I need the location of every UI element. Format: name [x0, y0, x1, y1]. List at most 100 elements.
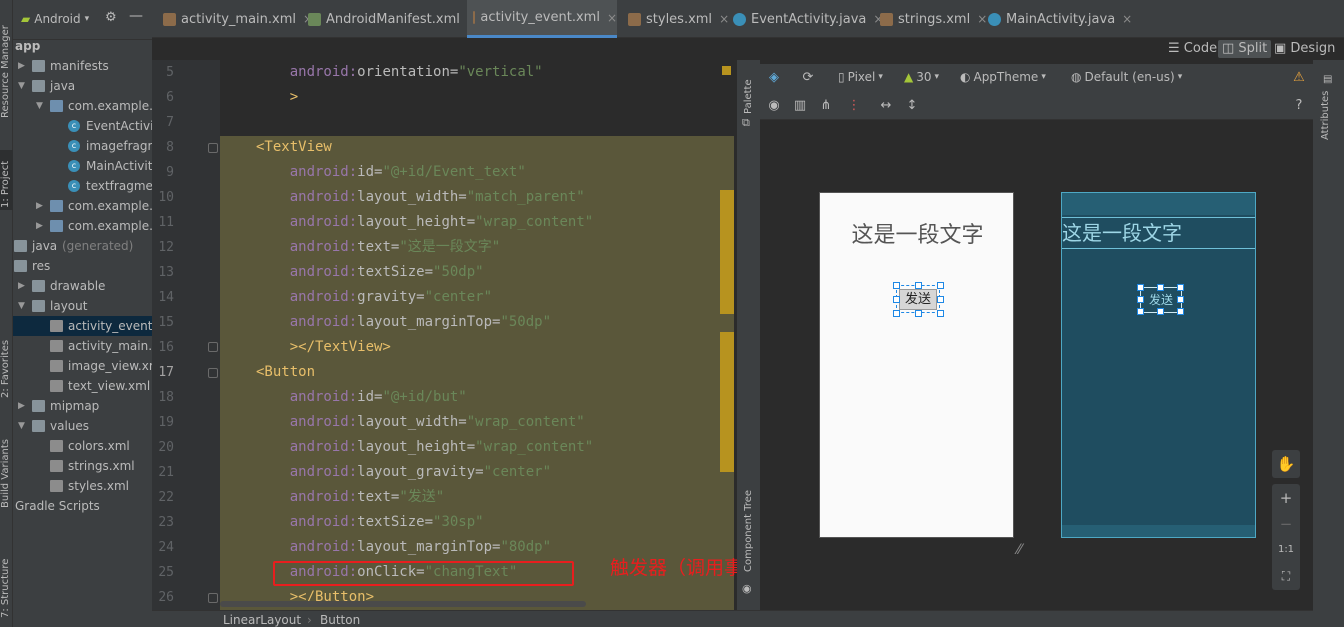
- canvas-resize-icon[interactable]: ⁄⁄: [1017, 542, 1022, 558]
- expand-arrow-icon[interactable]: ▶: [36, 216, 43, 236]
- close-icon[interactable]: ×: [607, 11, 617, 25]
- expand-arrow-icon[interactable]: ▼: [36, 96, 43, 116]
- resize-handle[interactable]: [893, 310, 900, 317]
- code-line[interactable]: 5 android:orientation="vertical": [152, 60, 734, 85]
- project-tab[interactable]: 1: Project: [0, 150, 13, 210]
- resource-manager-tab[interactable]: Resource Manager: [0, 0, 13, 130]
- expand-arrow-icon[interactable]: ▶: [36, 196, 43, 216]
- project-view-selector[interactable]: ▰ Android ▾: [21, 12, 89, 26]
- resize-handle[interactable]: [937, 310, 944, 317]
- blueprint-textview[interactable]: 这是一段文字: [1062, 217, 1255, 249]
- expand-arrow-icon[interactable]: ▶: [18, 56, 25, 76]
- expand-arrow-icon[interactable]: ▼: [18, 76, 25, 96]
- gear-icon[interactable]: ⚙: [105, 10, 117, 25]
- code-line[interactable]: 9 android:id="@+id/Event_text": [152, 160, 734, 185]
- code-line[interactable]: 12 android:text="这是一段文字": [152, 235, 734, 260]
- tree-item[interactable]: activity_event.x: [13, 316, 152, 336]
- tree-item[interactable]: ▶ manifests: [13, 56, 152, 76]
- resize-handle[interactable]: [1177, 296, 1184, 303]
- resize-handle[interactable]: [1177, 308, 1184, 315]
- design-preview[interactable]: 这是一段文字 发送: [819, 192, 1014, 538]
- tree-item[interactable]: c textfragment: [13, 176, 152, 196]
- theme-selector[interactable]: ◐ AppTheme ▾: [960, 70, 1046, 84]
- code-line[interactable]: 20 android:layout_height="wrap_content": [152, 435, 734, 460]
- tree-item[interactable]: ▼ java: [13, 76, 152, 96]
- tree-item[interactable]: strings.xml: [13, 456, 152, 476]
- editor-tab[interactable]: strings.xml ×: [874, 0, 987, 38]
- tree-item[interactable]: c EventActivity: [13, 116, 152, 136]
- layers-icon[interactable]: ◈: [766, 70, 782, 86]
- design-surface[interactable]: ◈ ⟳ ▯ Pixel ▾ ▲ 30 ▾ ◐ AppTheme ▾ ◍ Default (en…: [760, 60, 1313, 610]
- tree-item[interactable]: ▶ drawable: [13, 276, 152, 296]
- horizontal-scrollbar[interactable]: [220, 601, 586, 607]
- split-mode-button[interactable]: ◫ Split: [1218, 40, 1272, 58]
- zoom-in-button[interactable]: +: [1272, 485, 1300, 511]
- resize-handle[interactable]: [1177, 284, 1184, 291]
- tree-item[interactable]: ▶ com.example.frag: [13, 196, 152, 216]
- code-line[interactable]: 13 android:textSize="50dp": [152, 260, 734, 285]
- tree-item[interactable]: res: [13, 256, 152, 276]
- editor-tab[interactable]: AndroidManifest.xml×: [302, 0, 477, 38]
- eye-icon[interactable]: ◉: [766, 98, 782, 114]
- resize-handle[interactable]: [937, 296, 944, 303]
- close-icon[interactable]: ×: [1122, 12, 1132, 26]
- expand-vertical-icon[interactable]: ↕: [904, 98, 920, 114]
- help-icon[interactable]: ?: [1291, 98, 1307, 114]
- structure-tab[interactable]: 7: Structure: [0, 540, 13, 620]
- breadcrumb-item[interactable]: LinearLayout: [223, 613, 301, 627]
- tree-item[interactable]: c imagefragmet: [13, 136, 152, 156]
- tree-item[interactable]: text_view.xml: [13, 376, 152, 396]
- tree-item[interactable]: ▼ com.example.frag: [13, 96, 152, 116]
- expand-arrow-icon[interactable]: ▶: [18, 396, 25, 416]
- code-mode-button[interactable]: ☰ Code: [1164, 40, 1221, 58]
- resize-handle[interactable]: [893, 296, 900, 303]
- code-line[interactable]: 19 android:layout_width="wrap_content": [152, 410, 734, 435]
- code-line[interactable]: 16 ></TextView>: [152, 335, 734, 360]
- code-line[interactable]: 14 android:gravity="center": [152, 285, 734, 310]
- expand-arrow-icon[interactable]: ▼: [18, 416, 25, 436]
- zoom-fit-icon[interactable]: ⛶: [1272, 563, 1300, 589]
- resize-handle[interactable]: [915, 310, 922, 317]
- blueprint-icon[interactable]: ▥: [792, 98, 808, 114]
- code-editor[interactable]: 5 android:orientation="vertical" 6 >7 8 <Te…: [152, 60, 734, 610]
- resize-handle[interactable]: [1137, 296, 1144, 303]
- tree-item[interactable]: c MainActivity: [13, 156, 152, 176]
- code-line[interactable]: 17 <Button: [152, 360, 734, 385]
- code-line[interactable]: 11 android:layout_height="wrap_content": [152, 210, 734, 235]
- code-line[interactable]: 7: [152, 110, 734, 135]
- palette-tab[interactable]: Palette: [743, 79, 754, 114]
- editor-tab[interactable]: activity_main.xml×: [157, 0, 313, 38]
- favorites-tab[interactable]: 2: Favorites: [0, 330, 13, 400]
- resize-handle[interactable]: [937, 282, 944, 289]
- tree-item[interactable]: app: [13, 36, 152, 56]
- blueprint-preview[interactable]: 这是一段文字 发送: [1061, 192, 1256, 538]
- tree-item[interactable]: colors.xml: [13, 436, 152, 456]
- code-line[interactable]: 18 android:id="@+id/but": [152, 385, 734, 410]
- editor-tab[interactable]: MainActivity.java ×: [982, 0, 1132, 38]
- breadcrumb-item[interactable]: Button: [320, 613, 360, 627]
- tree-item[interactable]: Gradle Scripts: [13, 496, 152, 516]
- resize-handle[interactable]: [915, 282, 922, 289]
- tree-item[interactable]: ▼ values: [13, 416, 152, 436]
- build-variants-tab[interactable]: Build Variants: [0, 430, 13, 510]
- zoom-out-button[interactable]: −: [1272, 511, 1300, 537]
- tree-item[interactable]: image_view.xm: [13, 356, 152, 376]
- attributes-tab[interactable]: Attributes: [1320, 91, 1331, 140]
- expand-arrow-icon[interactable]: ▼: [18, 296, 25, 316]
- expand-horizontal-icon[interactable]: ↔: [878, 98, 894, 114]
- api-selector[interactable]: ▲ 30 ▾: [904, 70, 939, 84]
- code-line[interactable]: 22 android:text="发送": [152, 485, 734, 510]
- code-line[interactable]: 21 android:layout_gravity="center": [152, 460, 734, 485]
- resize-handle[interactable]: [893, 282, 900, 289]
- expand-arrow-icon[interactable]: ▶: [18, 276, 25, 296]
- locale-selector[interactable]: ◍ Default (en-us) ▾: [1071, 70, 1182, 84]
- tree-item[interactable]: activity_main.x: [13, 336, 152, 356]
- device-selector[interactable]: ▯ Pixel ▾: [838, 70, 883, 84]
- design-mode-button[interactable]: ▣ Design: [1270, 40, 1339, 58]
- code-line[interactable]: 15 android:layout_marginTop="50dp": [152, 310, 734, 335]
- tree-item[interactable]: ▶ com.example.frag: [13, 216, 152, 236]
- code-line[interactable]: 10 android:layout_width="match_parent": [152, 185, 734, 210]
- component-tree-tab[interactable]: Component Tree: [743, 490, 754, 572]
- editor-tab[interactable]: activity_event.xml ×: [467, 0, 617, 38]
- resize-handle[interactable]: [1137, 284, 1144, 291]
